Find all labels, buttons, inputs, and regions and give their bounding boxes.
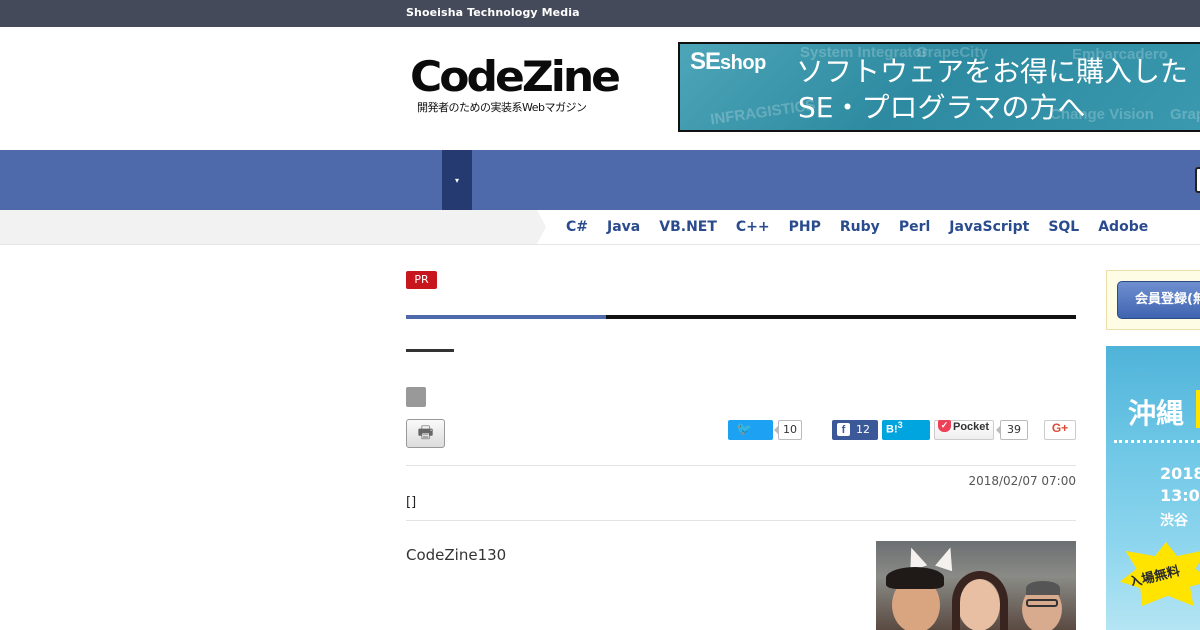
member-register-button[interactable]: 会員登録(無料)	[1117, 281, 1200, 319]
print-button[interactable]: 🖶	[406, 419, 445, 448]
ad-venue: 渋谷	[1160, 513, 1188, 529]
ad-dotted-divider	[1114, 440, 1200, 443]
glasses	[1026, 599, 1058, 607]
sidebar-event-ad[interactable]: 沖縄 2018 13:00 渋谷 入場無料	[1106, 346, 1200, 630]
language-nav-arrow	[537, 210, 546, 244]
language-nav: C# Java VB.NET C++ PHP Ruby Perl JavaScr…	[0, 210, 1200, 245]
lang-link-perl[interactable]: Perl	[899, 219, 930, 235]
facebook-share-button[interactable]: f 12	[832, 420, 878, 440]
search-input[interactable]	[1195, 167, 1200, 193]
lang-link-sql[interactable]: SQL	[1048, 219, 1079, 235]
language-nav-lead	[0, 210, 537, 244]
divider	[406, 520, 1076, 521]
seshop-logo: SEshop	[690, 48, 766, 75]
lang-link-vbnet[interactable]: VB.NET	[659, 219, 717, 235]
person-hair	[952, 571, 1008, 630]
pocket-label: Pocket	[953, 421, 990, 433]
lang-link-java[interactable]: Java	[607, 219, 640, 235]
ad-date: 2018	[1160, 464, 1200, 483]
category-tag[interactable]	[406, 387, 426, 407]
tweet-button[interactable]: 🐦	[728, 420, 773, 440]
google-plus-button[interactable]: G+	[1044, 420, 1076, 440]
member-box: 会員登録(無料)	[1106, 270, 1200, 330]
person-hair	[1026, 581, 1060, 595]
free-admission-label: 入場無料	[1127, 563, 1182, 592]
twitter-icon: 🐦	[736, 422, 753, 437]
hatena-bookmark-button[interactable]: B!3	[882, 420, 930, 440]
language-links: C# Java VB.NET C++ PHP Ruby Perl JavaScr…	[566, 219, 1167, 235]
cat-ear-decoration	[935, 544, 959, 572]
tweet-count: 10	[774, 420, 802, 440]
chevron-down-icon: ▾	[454, 176, 459, 185]
seshop-banner-ad[interactable]: System Integrator INFRAGISTICS GrapeCity…	[678, 42, 1200, 132]
lang-link-cpp[interactable]: C++	[736, 219, 770, 235]
nav-dropdown-toggle[interactable]: ▾	[442, 150, 472, 210]
site-logo[interactable]: CodeZine 開発者のための実装系Webマガジン	[410, 57, 640, 117]
facebook-count: 12	[856, 423, 870, 436]
banner-watermark: Grape	[1170, 106, 1200, 123]
article-photo	[876, 541, 1076, 630]
facebook-icon: f	[837, 422, 850, 436]
free-admission-badge: 入場無料	[1120, 542, 1200, 606]
google-plus-icon: G+	[1051, 421, 1069, 435]
pocket-count: 39	[996, 420, 1028, 440]
title-underline	[406, 349, 454, 352]
hatena-count: 3	[897, 420, 903, 430]
site-header: CodeZine 開発者のための実装系Webマガジン System Integr…	[0, 27, 1200, 150]
lang-link-adobe[interactable]: Adobe	[1098, 219, 1148, 235]
person-hair	[886, 567, 944, 589]
banner-subline: SE・プログラマの方へ	[798, 91, 1086, 124]
ad-time: 13:00	[1160, 486, 1200, 505]
ad-highlight	[1196, 390, 1200, 428]
logo-wordmark: CodeZine	[410, 53, 621, 102]
network-brand-link[interactable]: Shoeisha Technology Media	[406, 6, 580, 19]
main-nav: ▾	[0, 150, 1200, 210]
lang-link-ruby[interactable]: Ruby	[840, 219, 880, 235]
ad-title: 沖縄	[1128, 397, 1185, 430]
pocket-button[interactable]: ✓ Pocket	[934, 420, 994, 440]
pocket-icon: ✓	[938, 420, 951, 433]
lang-link-csharp[interactable]: C#	[566, 219, 588, 235]
banner-headline: ソフトウェアをお得に購入した	[796, 55, 1189, 88]
lang-link-php[interactable]: PHP	[789, 219, 821, 235]
top-strip: Shoeisha Technology Media	[0, 0, 1200, 27]
hatena-icon: B!	[886, 423, 898, 436]
title-rule	[406, 315, 1076, 319]
pr-badge: PR	[406, 271, 437, 289]
printer-icon: 🖶	[417, 423, 434, 443]
divider	[406, 465, 1076, 466]
lang-link-javascript[interactable]: JavaScript	[949, 219, 1029, 235]
article-lead: CodeZine130	[406, 546, 507, 564]
publish-date: 2018/02/07 07:00	[968, 474, 1076, 488]
title-rule-accent	[406, 315, 606, 319]
article-meta: []	[406, 495, 417, 510]
